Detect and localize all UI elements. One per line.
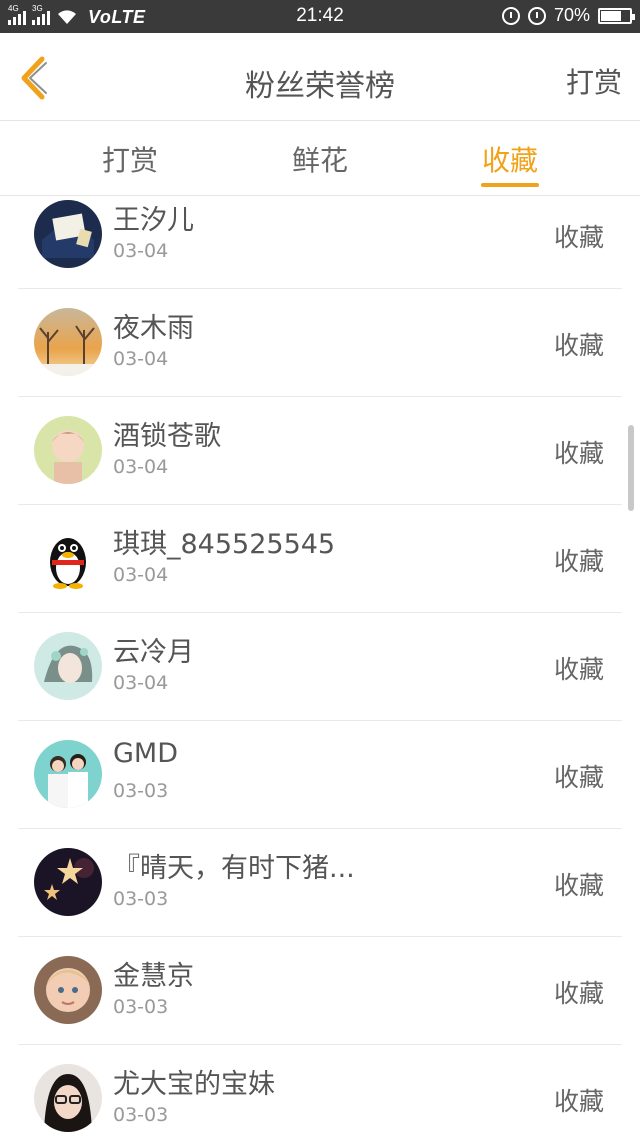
fan-name: 琪琪_845525545 xyxy=(113,529,336,560)
fan-action: 收藏 xyxy=(553,439,604,468)
list-item[interactable]: GMD 03-03 收藏 xyxy=(18,720,622,829)
fan-list: 王汐儿 03-04 收藏 夜木雨 03-04 收藏 酒锁苍歌 03-04 收藏 … xyxy=(0,196,640,1138)
fan-action: 收藏 xyxy=(553,871,604,900)
list-item[interactable]: 酒锁苍歌 03-04 收藏 xyxy=(18,396,622,505)
tab-reward[interactable]: 打赏 xyxy=(70,139,190,179)
stars-avatar xyxy=(34,848,102,916)
fan-name: 王汐儿 xyxy=(113,205,194,236)
anime-girl-avatar xyxy=(34,632,102,700)
fan-name: 金慧京 xyxy=(113,961,194,992)
fan-date: 03-04 xyxy=(113,348,169,370)
fan-date: 03-03 xyxy=(113,780,169,802)
fan-date: 03-03 xyxy=(113,888,169,910)
fan-action: 收藏 xyxy=(553,763,604,792)
qq-penguin-avatar xyxy=(34,524,102,592)
fan-name: 『晴天，有时下猪... xyxy=(113,853,355,884)
list-item[interactable]: 王汐儿 03-04 收藏 xyxy=(18,196,622,289)
list-item[interactable]: 云冷月 03-04 收藏 xyxy=(18,612,622,721)
fan-date: 03-04 xyxy=(113,672,169,694)
fan-date: 03-04 xyxy=(113,240,169,262)
fan-action: 收藏 xyxy=(553,979,604,1008)
fan-action: 收藏 xyxy=(553,1087,604,1116)
active-tab-indicator xyxy=(481,183,539,187)
fan-name: 夜木雨 xyxy=(113,313,194,344)
fan-date: 03-03 xyxy=(113,996,169,1018)
envelope-avatar xyxy=(34,200,102,268)
battery-icon xyxy=(598,7,635,24)
app-header: 粉丝荣誉榜 打赏 xyxy=(0,33,640,121)
baby-photo-avatar xyxy=(34,956,102,1024)
girl-glasses-avatar xyxy=(34,1064,102,1132)
fan-name: 酒锁苍歌 xyxy=(113,421,221,452)
couple-photo-avatar xyxy=(34,740,102,808)
alarm-icon xyxy=(527,6,546,25)
tab-bar: 打赏 鲜花 收藏 xyxy=(0,121,640,196)
list-item[interactable]: 夜木雨 03-04 收藏 xyxy=(18,288,622,397)
fan-name: GMD xyxy=(113,738,179,769)
fan-action: 收藏 xyxy=(553,655,604,684)
fan-name: 尤大宝的宝妹 xyxy=(113,1069,275,1100)
status-right: 70% xyxy=(501,5,635,26)
list-item[interactable]: 金慧京 03-03 收藏 xyxy=(18,936,622,1045)
tab-favorites[interactable]: 收藏 xyxy=(450,139,570,179)
fan-date: 03-03 xyxy=(113,1104,169,1126)
list-item[interactable]: 琪琪_845525545 03-04 收藏 xyxy=(18,504,622,613)
tab-flowers[interactable]: 鲜花 xyxy=(260,139,380,179)
reward-button[interactable]: 打赏 xyxy=(566,61,622,101)
anime-boy-avatar xyxy=(34,416,102,484)
list-item[interactable]: 尤大宝的宝妹 03-03 收藏 xyxy=(18,1044,622,1138)
page-title: 粉丝荣誉榜 xyxy=(245,69,395,104)
list-item[interactable]: 『晴天，有时下猪... 03-03 收藏 xyxy=(18,828,622,937)
fan-action: 收藏 xyxy=(553,223,604,252)
status-bar: 4G 3G VoLTE 21:42 70% xyxy=(0,0,640,33)
sunset-trees-avatar xyxy=(34,308,102,376)
rotation-lock-icon xyxy=(501,6,520,25)
battery-percent: 70% xyxy=(553,5,590,25)
fan-date: 03-04 xyxy=(113,456,169,478)
fan-name: 云冷月 xyxy=(113,637,194,668)
fan-date: 03-04 xyxy=(113,564,169,586)
scrollbar[interactable] xyxy=(628,425,634,511)
fan-action: 收藏 xyxy=(553,547,604,576)
fan-action: 收藏 xyxy=(553,331,604,360)
